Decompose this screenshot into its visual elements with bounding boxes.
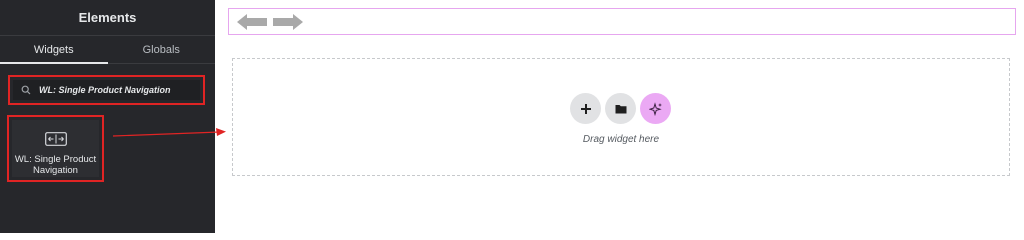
arrow-right-icon[interactable] — [271, 12, 305, 32]
search-input[interactable] — [39, 85, 189, 95]
drop-zone[interactable]: Drag widget here — [232, 58, 1010, 176]
search-icon — [19, 83, 33, 97]
widget-highlight: WL: Single Product Navigation — [7, 115, 104, 182]
plus-icon — [580, 103, 591, 114]
panel-title: Elements — [78, 10, 137, 25]
panel-header: Elements — [0, 0, 215, 36]
drop-zone-hint: Drag widget here — [582, 134, 660, 145]
product-navigation-icon — [44, 132, 67, 146]
arrow-left-icon[interactable] — [235, 12, 269, 32]
search-highlight — [8, 75, 205, 105]
widget-single-product-navigation[interactable]: WL: Single Product Navigation — [12, 120, 99, 177]
widget-label: WL: Single Product Navigation — [14, 154, 97, 176]
ai-sparkle-icon — [648, 101, 662, 116]
product-navigation-bar — [228, 8, 1016, 35]
editor-window: Elements Widgets Globals WL: Single Prod… — [0, 0, 1024, 233]
panel-tabs: Widgets Globals — [0, 36, 215, 64]
add-section-button[interactable] — [570, 93, 601, 124]
folder-icon — [615, 104, 626, 113]
elements-panel: Elements Widgets Globals WL: Single Prod… — [0, 0, 215, 233]
ai-button[interactable] — [640, 93, 671, 124]
add-template-button[interactable] — [605, 93, 636, 124]
tab-widgets[interactable]: Widgets — [0, 36, 108, 64]
red-arrow-icon — [112, 128, 226, 137]
tab-globals[interactable]: Globals — [108, 36, 216, 63]
add-controls — [570, 93, 671, 124]
search-field[interactable] — [13, 80, 200, 100]
